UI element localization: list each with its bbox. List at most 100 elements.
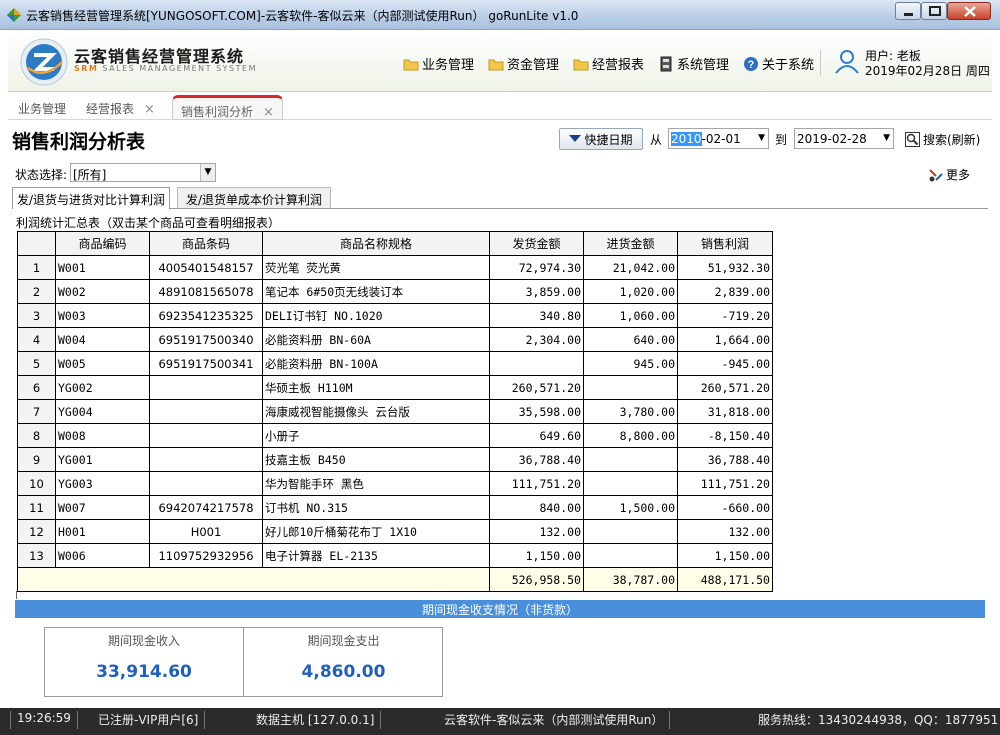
table-cell[interactable]: 1,664.00 <box>677 327 773 352</box>
table-cell[interactable]: 必能资料册 BN-100A <box>262 351 490 376</box>
status-select[interactable]: [所有] ▼ <box>70 163 216 182</box>
table-cell[interactable]: 340.80 <box>489 303 584 328</box>
table-row[interactable]: 8 W008 小册子 649.60 8,800.00 -8,150.40 <box>17 423 773 448</box>
table-cell[interactable]: 51,932.30 <box>677 255 773 280</box>
table-cell[interactable]: -8,150.40 <box>677 423 773 448</box>
table-cell[interactable]: 36,788.40 <box>677 447 773 472</box>
table-cell[interactable]: 6923541235325 <box>149 303 263 328</box>
more-button[interactable]: 更多 <box>928 166 970 183</box>
table-cell[interactable] <box>149 375 263 400</box>
tab-close-icon[interactable]: × <box>263 105 274 120</box>
table-cell[interactable]: 111,751.20 <box>489 471 584 496</box>
tab-compare-profit[interactable]: 发/退货与进货对比计算利润 <box>12 187 171 209</box>
table-cell[interactable] <box>149 423 263 448</box>
table-cell[interactable]: W007 <box>55 495 150 520</box>
table-cell[interactable]: 6951917500341 <box>149 351 263 376</box>
table-row[interactable]: 1 W001 4005401548157 荧光笔 荧光黄 72,974.30 21,042… <box>17 255 773 280</box>
table-cell[interactable]: 1,500.00 <box>583 495 678 520</box>
table-cell[interactable]: 36,788.40 <box>489 447 584 472</box>
table-cell[interactable]: 1,060.00 <box>583 303 678 328</box>
table-cell[interactable]: 3,859.00 <box>489 279 584 304</box>
table-cell[interactable]: 840.00 <box>489 495 584 520</box>
table-cell[interactable] <box>583 471 678 496</box>
table-cell[interactable]: 海康威视智能摄像头 云台版 <box>262 399 490 424</box>
row-number[interactable]: 10 <box>17 471 56 496</box>
row-number[interactable]: 8 <box>17 423 56 448</box>
search-refresh-button[interactable]: 搜索(刷新) <box>905 131 980 148</box>
date-from-picker[interactable]: 2010-02-01 ▼ <box>668 128 769 149</box>
table-cell[interactable]: 必能资料册 BN-60A <box>262 327 490 352</box>
table-cell[interactable]: -660.00 <box>677 495 773 520</box>
row-number[interactable]: 4 <box>17 327 56 352</box>
table-cell[interactable]: 72,974.30 <box>489 255 584 280</box>
table-cell[interactable] <box>583 447 678 472</box>
table-cell[interactable]: 笔记本 6#50页无线装订本 <box>262 279 490 304</box>
table-cell[interactable]: 4005401548157 <box>149 255 263 280</box>
menu-system[interactable]: 系统管理 <box>658 54 729 73</box>
table-cell[interactable] <box>149 447 263 472</box>
table-cell[interactable]: YG004 <box>55 399 150 424</box>
table-cell[interactable]: 260,571.20 <box>677 375 773 400</box>
window-titlebar[interactable]: 云客销售经营管理系统[YUNGOSOFT.COM]-云客软件-客似云来（内部测试… <box>0 0 1000 30</box>
row-number[interactable]: 11 <box>17 495 56 520</box>
menu-reports[interactable]: 经营报表 <box>573 54 644 73</box>
table-cell[interactable]: W004 <box>55 327 150 352</box>
menu-about[interactable]: ? 关于系统 <box>743 54 814 73</box>
tab-profit-analysis[interactable]: 销售利润分析 × <box>172 95 283 120</box>
column-header[interactable]: 进货金额 <box>583 231 678 256</box>
table-cell[interactable]: -945.00 <box>677 351 773 376</box>
table-cell[interactable]: 31,818.00 <box>677 399 773 424</box>
table-cell[interactable]: 好儿郎10斤桶菊花布丁 1X10 <box>262 519 490 544</box>
tab-cost-profit[interactable]: 发/退货单成本价计算利润 <box>177 187 332 208</box>
table-cell[interactable]: W008 <box>55 423 150 448</box>
table-cell[interactable] <box>583 519 678 544</box>
table-cell[interactable]: 640.00 <box>583 327 678 352</box>
tab-business[interactable]: 业务管理 <box>18 100 66 117</box>
table-cell[interactable]: 技嘉主板 B450 <box>262 447 490 472</box>
table-cell[interactable]: 111,751.20 <box>677 471 773 496</box>
table-cell[interactable] <box>489 351 584 376</box>
table-cell[interactable]: 132.00 <box>489 519 584 544</box>
calendar-dropdown-icon[interactable]: ▼ <box>758 133 765 143</box>
column-header[interactable]: 商品条码 <box>149 231 263 256</box>
row-number[interactable]: 6 <box>17 375 56 400</box>
maximize-button[interactable] <box>921 2 947 20</box>
column-header[interactable]: 商品编码 <box>55 231 150 256</box>
table-cell[interactable]: DELI订书钉 NO.1020 <box>262 303 490 328</box>
row-number[interactable]: 12 <box>17 519 56 544</box>
row-number[interactable]: 2 <box>17 279 56 304</box>
table-row[interactable]: 3 W003 6923541235325 DELI订书钉 NO.1020 340.80 1… <box>17 303 773 328</box>
column-header[interactable]: 发货金额 <box>489 231 584 256</box>
table-row[interactable]: 4 W004 6951917500340 必能资料册 BN-60A 2,304.00 64… <box>17 327 773 352</box>
table-cell[interactable]: W001 <box>55 255 150 280</box>
table-cell[interactable]: W005 <box>55 351 150 376</box>
table-cell[interactable]: W002 <box>55 279 150 304</box>
table-cell[interactable]: 华硕主板 H110M <box>262 375 490 400</box>
table-cell[interactable]: 649.60 <box>489 423 584 448</box>
table-cell[interactable]: 1109752932956 <box>149 543 263 568</box>
table-cell[interactable] <box>583 543 678 568</box>
table-cell[interactable]: 华为智能手环 黑色 <box>262 471 490 496</box>
table-row[interactable]: 10 YG003 华为智能手环 黑色 111,751.20 111,751.20 <box>17 471 773 496</box>
row-number[interactable]: 3 <box>17 303 56 328</box>
table-row[interactable]: 13 W006 1109752932956 电子计算器 EL-2135 1,150.00… <box>17 543 773 568</box>
table-cell[interactable]: H001 <box>149 519 263 544</box>
profit-table[interactable]: 商品编码 商品条码 商品名称规格 发货金额 进货金额 销售利润 1 W001 400… <box>17 231 773 592</box>
close-button[interactable] <box>947 2 991 20</box>
row-number[interactable]: 9 <box>17 447 56 472</box>
menu-business[interactable]: 业务管理 <box>403 54 474 73</box>
table-cell[interactable]: 订书机 NO.315 <box>262 495 490 520</box>
table-cell[interactable]: 6942074217578 <box>149 495 263 520</box>
row-number[interactable]: 5 <box>17 351 56 376</box>
table-cell[interactable]: 小册子 <box>262 423 490 448</box>
table-cell[interactable]: 4891081565078 <box>149 279 263 304</box>
column-header[interactable]: 销售利润 <box>677 231 773 256</box>
menu-finance[interactable]: 资金管理 <box>488 54 559 73</box>
chevron-down-icon[interactable]: ▼ <box>200 164 215 181</box>
table-cell[interactable]: YG002 <box>55 375 150 400</box>
table-cell[interactable] <box>583 375 678 400</box>
tab-close-icon[interactable]: × <box>144 102 155 117</box>
table-cell[interactable]: 荧光笔 荧光黄 <box>262 255 490 280</box>
row-number[interactable]: 1 <box>17 255 56 280</box>
table-row[interactable]: 7 YG004 海康威视智能摄像头 云台版 35,598.00 3,780.00 31,8… <box>17 399 773 424</box>
